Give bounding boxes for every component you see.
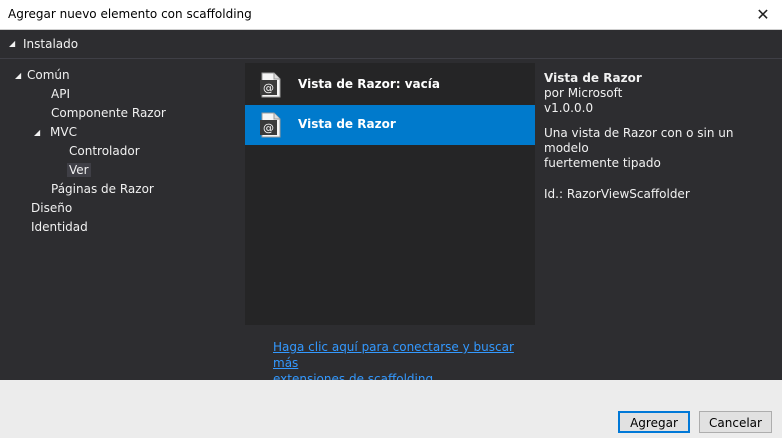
collapse-triangle-icon[interactable]: ◢ [9,39,15,48]
window-title: Agregar nuevo elemento con scaffolding [8,7,252,21]
tree-item-ver[interactable]: Ver [67,161,91,179]
installed-header[interactable]: ◢ Instalado [0,30,782,59]
detail-version: v1.0.0.0 [544,101,594,115]
template-item-vista-razor-vacia[interactable]: @ Vista de Razor: vacía [245,65,535,105]
tree-item-diseno[interactable]: Diseño [31,199,72,217]
svg-text:@: @ [263,82,274,95]
tree-item-controlador[interactable]: Controlador [69,142,140,160]
title-bar: Agregar nuevo elemento con scaffolding ✕ [0,0,782,30]
category-tree: ◢ Común API Componente Razor ◢ MVC Control… [0,58,245,378]
tree-item-identidad[interactable]: Identidad [31,218,88,236]
template-label: Vista de Razor: vacía [298,77,440,91]
link-line-1[interactable]: Haga clic aquí para conectarse y buscar … [273,340,514,370]
template-item-vista-razor[interactable]: @ Vista de Razor [245,105,535,145]
razor-file-icon: @ [260,112,281,138]
cancel-button[interactable]: Cancelar [699,411,772,433]
tree-item-paginas-de-razor[interactable]: Páginas de Razor [51,180,154,198]
detail-description-line2: fuertemente tipado [544,156,661,170]
add-button[interactable]: Agregar [618,411,690,433]
svg-text:@: @ [263,122,274,135]
tree-item-componente-razor[interactable]: Componente Razor [51,104,166,122]
expand-triangle-icon[interactable]: ◢ [15,67,27,85]
detail-publisher: por Microsoft [544,86,623,100]
detail-description-line1: Una vista de Razor con o sin un modelo [544,126,734,155]
details-panel: Vista de Razor por Microsoft v1.0.0.0 Un… [544,71,774,202]
template-label: Vista de Razor [298,117,396,131]
dialog-footer: Agregar Cancelar [0,380,782,438]
detail-id: Id.: RazorViewScaffolder [544,187,690,201]
tree-item-comun[interactable]: ◢ Común [15,66,70,84]
template-list: @ Vista de Razor: vacía @ Vista de Razor [245,63,535,325]
expand-triangle-icon[interactable]: ◢ [34,124,46,142]
detail-name: Vista de Razor [544,71,642,85]
installed-label: Instalado [23,37,79,51]
close-icon[interactable]: ✕ [752,4,774,26]
razor-file-icon: @ [260,72,281,98]
tree-item-api[interactable]: API [51,85,70,103]
tree-item-mvc[interactable]: ◢ MVC [34,123,77,141]
